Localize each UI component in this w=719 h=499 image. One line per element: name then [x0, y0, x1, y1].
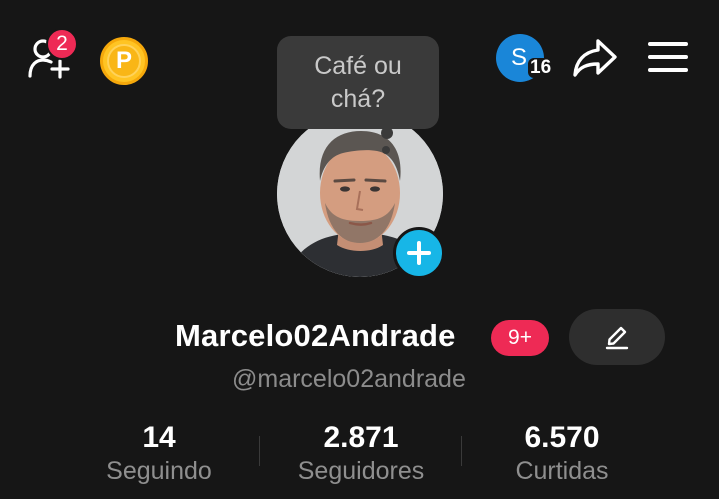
followers-count: 2.871	[323, 421, 399, 454]
pencil-icon	[605, 326, 629, 350]
menu-button[interactable]	[648, 42, 688, 74]
display-name: Marcelo02Andrade	[175, 318, 456, 353]
hamburger-line	[648, 42, 688, 46]
plus-icon	[407, 241, 431, 265]
note-bubble[interactable]: Café ou chá?	[277, 36, 439, 129]
share-arrow-icon	[573, 39, 617, 77]
likes-count: 6.570	[524, 421, 600, 454]
note-bubble-dot-small	[382, 146, 390, 154]
account-initial: S	[511, 44, 528, 71]
share-button[interactable]	[572, 37, 618, 79]
add-story-button[interactable]	[393, 227, 445, 279]
stat-following[interactable]: 14 Seguindo	[59, 420, 259, 486]
account-notification-count: 16	[528, 57, 554, 78]
hamburger-line	[648, 68, 688, 72]
stat-divider	[259, 436, 260, 466]
following-count: 14	[142, 421, 176, 454]
profile-handle: @marcelo02andrade	[232, 365, 466, 393]
edit-profile-button[interactable]	[569, 309, 665, 365]
followers-label: Seguidores	[297, 457, 425, 485]
likes-label: Curtidas	[515, 457, 609, 485]
friend-requests-badge: 2	[46, 28, 78, 60]
level-badge[interactable]: 9+	[491, 320, 549, 356]
add-friends-button[interactable]: 2	[26, 28, 78, 82]
note-text: Café ou chá?	[314, 51, 402, 113]
note-bubble-dot	[381, 127, 393, 139]
stat-likes[interactable]: 6.570 Curtidas	[462, 420, 662, 486]
following-label: Seguindo	[106, 457, 212, 485]
coin-label: P	[107, 44, 141, 78]
coin-icon[interactable]: P	[100, 37, 148, 85]
stat-followers[interactable]: 2.871 Seguidores	[261, 420, 461, 486]
hamburger-line	[648, 55, 688, 59]
